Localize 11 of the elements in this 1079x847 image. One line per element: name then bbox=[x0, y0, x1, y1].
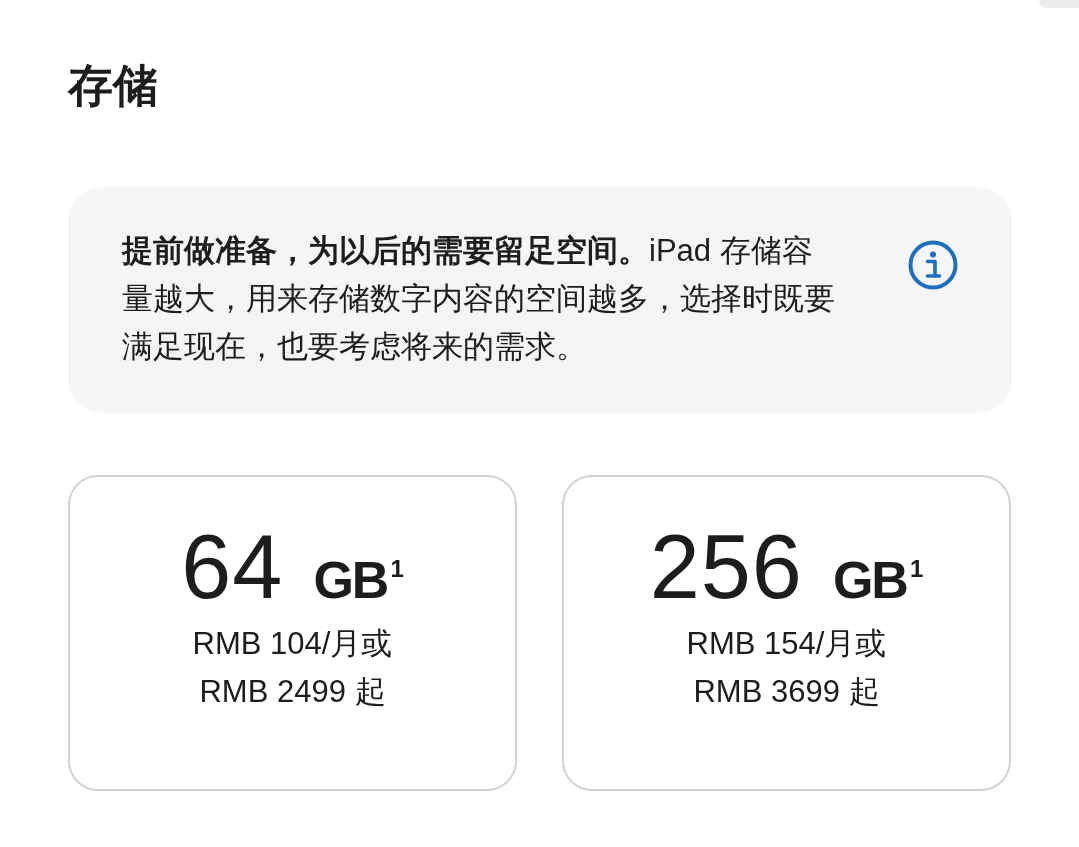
storage-option-card[interactable]: 64 GB$^{1}$ RMB 104/月或 RMB 2499 起 bbox=[68, 475, 517, 791]
storage-capacity: 256 GB$^{1}$ bbox=[649, 526, 924, 619]
info-text: 提前做准备，为以后的需要留足空间。iPad 存储容量越大，用来存储数字内容的空间越多，选择时既要满足现在，也要考虑将来的需求。 bbox=[122, 232, 836, 366]
starting-price: RMB 2499 起 bbox=[199, 672, 386, 711]
info-icon[interactable] bbox=[908, 240, 958, 290]
starting-price: RMB 3699 起 bbox=[693, 672, 880, 711]
monthly-price: RMB 154/月或 bbox=[686, 624, 887, 663]
monthly-price: RMB 104/月或 bbox=[192, 624, 393, 663]
storage-capacity: 64 GB$^{1}$ bbox=[181, 526, 404, 619]
storage-option-card[interactable]: 256 GB$^{1}$ RMB 154/月或 RMB 3699 起 bbox=[562, 475, 1011, 791]
section-heading: 存储 bbox=[68, 59, 158, 113]
